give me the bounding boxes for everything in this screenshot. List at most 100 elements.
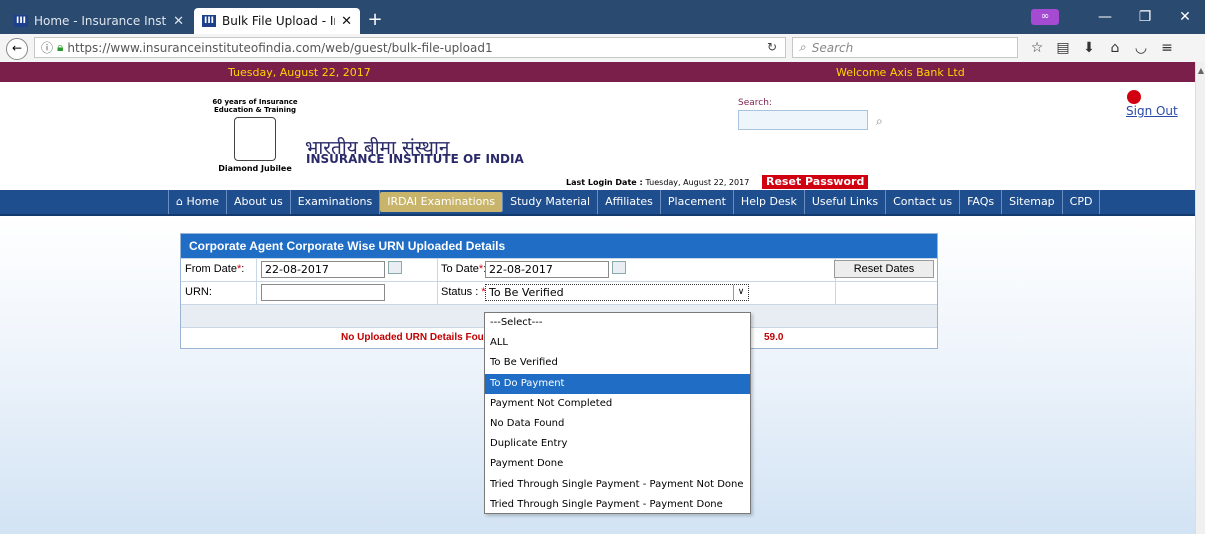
last-login: Last Login Date : Tuesday, August 22, 20… — [566, 178, 749, 187]
status-option[interactable]: ---Select--- — [485, 313, 750, 333]
cell-divider — [437, 282, 438, 304]
pocket-icon[interactable]: ◡ — [1132, 40, 1150, 56]
back-button[interactable]: ← — [6, 38, 28, 60]
logo-jubilee: Diamond Jubilee — [218, 164, 292, 173]
download-icon[interactable]: ⬇ — [1080, 40, 1098, 56]
info-icon[interactable]: ⓘ — [41, 39, 53, 56]
status-option[interactable]: Tried Through Single Payment - Payment D… — [485, 495, 750, 515]
date-row: From Date*: 22-08-2017 To Date*: 22-08-2… — [181, 258, 937, 281]
reload-button[interactable]: ↻ — [760, 37, 784, 58]
logo-line2: Education & Training — [213, 106, 297, 114]
institute-seal-icon — [234, 117, 276, 161]
minimize-button[interactable]: — — [1085, 9, 1125, 25]
home-icon: ⌂ — [176, 195, 187, 208]
status-option-highlighted[interactable]: To Do Payment — [485, 373, 750, 394]
menu-useful-links[interactable]: Useful Links — [805, 190, 887, 214]
lock-icon: 🔒︎ — [57, 40, 64, 54]
menu-contact-us[interactable]: Contact us — [886, 190, 961, 214]
no-details-message: No Uploaded URN Details Fou — [341, 332, 484, 343]
menu-examinations[interactable]: Examinations — [291, 190, 381, 214]
sign-out-link[interactable]: Sign Out — [1126, 104, 1178, 118]
site-search-input[interactable] — [738, 110, 868, 130]
sign-out-icon[interactable] — [1127, 90, 1141, 104]
status-label-text: Status : — [441, 286, 479, 298]
menu-home[interactable]: ⌂ Home — [168, 190, 227, 214]
from-date-label: From Date*: — [185, 263, 245, 275]
search-icon[interactable]: ⌕ — [876, 114, 883, 129]
tab-title: Home - Insurance Institute o — [34, 14, 167, 28]
browser-search-input[interactable]: ⌕ Search — [792, 37, 1018, 58]
urn-status-row: URN: Status : * To Be Verified ∨ — [181, 281, 937, 304]
current-date: Tuesday, August 22, 2017 — [228, 66, 371, 79]
main-menu: ⌂ Home About us Examinations IRDAI Exami… — [0, 190, 1195, 216]
maximize-button[interactable]: ❐ — [1125, 9, 1165, 25]
address-bar[interactable]: ⓘ 🔒︎ https://www.insuranceinstituteofind… — [34, 37, 786, 58]
status-selected-value: To Be Verified — [489, 286, 564, 299]
menu-about-us[interactable]: About us — [227, 190, 291, 214]
menu-irdai-examinations[interactable]: IRDAI Examinations — [380, 192, 504, 212]
window-controls: ∞ — ❐ ✕ — [1031, 0, 1205, 34]
required-mark: * — [478, 263, 484, 275]
site-header: 60 years of Insurance Education & Traini… — [0, 82, 1195, 190]
menu-cpd[interactable]: CPD — [1063, 190, 1101, 214]
menu-label: Home — [186, 195, 219, 208]
page-icon: III — [14, 15, 28, 27]
reset-password-link[interactable]: Reset Password — [762, 175, 869, 189]
menu-faqs[interactable]: FAQs — [960, 190, 1003, 214]
from-date-input[interactable]: 22-08-2017 — [261, 261, 385, 278]
status-option[interactable]: Payment Not Completed — [485, 394, 750, 414]
diamond-jubilee-logo: 60 years of Insurance Education & Traini… — [210, 98, 300, 173]
search-placeholder: Search — [811, 40, 854, 55]
chevron-down-icon[interactable]: ∨ — [733, 285, 748, 300]
calendar-icon[interactable] — [612, 261, 626, 274]
search-icon: ⌕ — [799, 40, 806, 54]
status-option[interactable]: No Data Found — [485, 414, 750, 434]
institute-name-english: INSURANCE INSTITUTE OF INDIA — [306, 152, 524, 166]
scroll-up-icon[interactable]: ▲ — [1196, 66, 1205, 75]
new-tab-button[interactable]: + — [364, 8, 386, 32]
urn-input[interactable] — [261, 284, 385, 301]
cell-divider — [256, 259, 257, 281]
page-icon: III — [202, 15, 216, 27]
menu-placement[interactable]: Placement — [661, 190, 734, 214]
cell-divider — [437, 259, 438, 281]
home-icon[interactable]: ⌂ — [1106, 40, 1124, 56]
browser-tab-home[interactable]: III Home - Insurance Institute o ✕ — [6, 8, 192, 34]
close-window-button[interactable]: ✕ — [1165, 9, 1205, 25]
status-option[interactable]: Payment Done — [485, 454, 750, 474]
status-option[interactable]: To Be Verified — [485, 353, 750, 373]
site-search-label: Search: — [738, 98, 772, 108]
welcome-text: Welcome Axis Bank Ltd — [836, 66, 965, 79]
bookmark-star-icon[interactable]: ☆ — [1028, 40, 1046, 56]
to-date-input[interactable]: 22-08-2017 — [485, 261, 609, 278]
from-date-label-text: From Date — [185, 263, 237, 275]
menu-sitemap[interactable]: Sitemap — [1002, 190, 1063, 214]
browser-tab-bulk-upload[interactable]: III Bulk File Upload - Insurance ✕ — [194, 8, 360, 34]
browser-toolbar-icons: ☆ ▤ ⬇ ⌂ ◡ ≡ — [1028, 37, 1176, 58]
status-option[interactable]: Tried Through Single Payment - Payment N… — [485, 475, 750, 495]
top-date-bar: Tuesday, August 22, 2017 Welcome Axis Ba… — [0, 62, 1195, 82]
close-icon[interactable]: ✕ — [173, 14, 184, 29]
browser-tab-bar: III Home - Insurance Institute o ✕ III B… — [0, 0, 1205, 34]
menu-study-material[interactable]: Study Material — [503, 190, 599, 214]
to-date-label: To Date*: — [441, 263, 486, 275]
tab-title: Bulk File Upload - Insurance — [222, 14, 335, 28]
page-scrollbar[interactable]: ▲ — [1195, 62, 1205, 534]
reset-dates-button[interactable]: Reset Dates — [834, 260, 934, 278]
reading-list-icon[interactable]: ▤ — [1054, 40, 1072, 56]
logo-line1: 60 years of Insurance — [212, 98, 298, 106]
last-login-label: Last Login Date : — [566, 178, 643, 187]
status-select[interactable]: To Be Verified ∨ — [485, 284, 749, 301]
panel-title: Corporate Agent Corporate Wise URN Uploa… — [181, 234, 937, 258]
menu-help-desk[interactable]: Help Desk — [734, 190, 805, 214]
required-mark: * — [236, 263, 242, 275]
url-text: https://www.insuranceinstituteofindia.co… — [67, 40, 493, 55]
close-icon[interactable]: ✕ — [341, 14, 352, 29]
cell-divider — [835, 282, 836, 304]
status-option[interactable]: Duplicate Entry — [485, 434, 750, 454]
menu-affiliates[interactable]: Affiliates — [598, 190, 661, 214]
status-option[interactable]: ALL — [485, 333, 750, 353]
menu-icon[interactable]: ≡ — [1158, 40, 1176, 56]
cell-divider — [256, 282, 257, 304]
calendar-icon[interactable] — [388, 261, 402, 274]
